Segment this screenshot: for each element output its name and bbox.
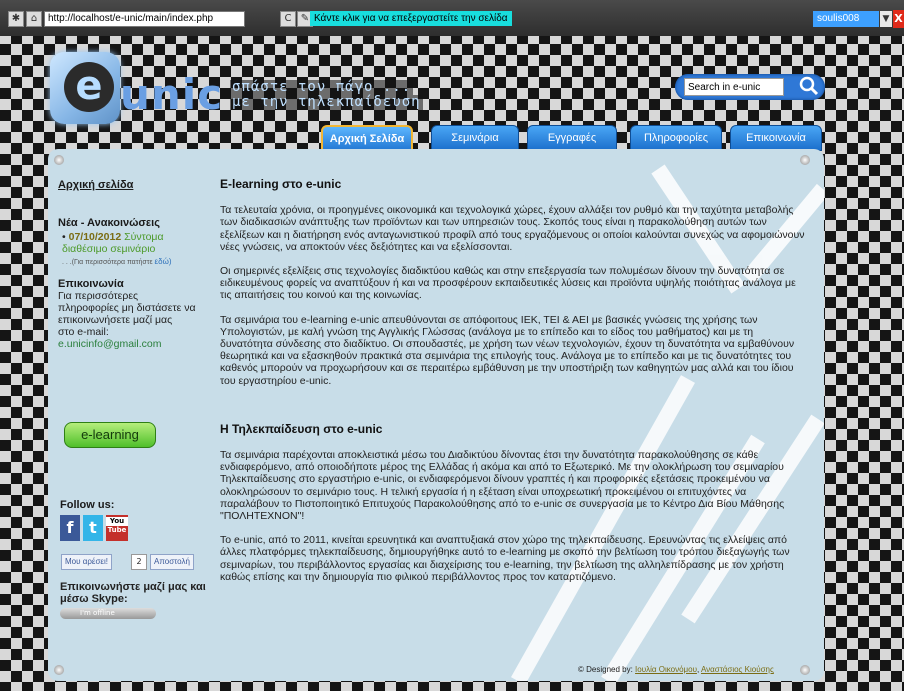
email-link[interactable]: e.unicinfo@gmail.com	[58, 338, 198, 350]
slogan-line-1: σπάστε τον πάγο ...	[230, 79, 414, 95]
elearning-button[interactable]: e-learning	[64, 422, 156, 448]
news-item[interactable]: • 07/10/2012 Σύντομα διαθέσιμο σεμινάριο	[58, 231, 198, 255]
chevron-down-icon[interactable]: ▼	[880, 11, 892, 27]
tab-contact[interactable]: Επικοινωνία	[730, 125, 822, 151]
edit-page-hint[interactable]: Κάντε κλικ για να επεξεργαστείτε την σελ…	[310, 11, 512, 26]
sidebar-home-link[interactable]: Αρχική σελίδα	[58, 179, 198, 191]
paragraph: Το e-unic, από το 2011, κινείται ερευνητ…	[220, 534, 790, 583]
slogan: σπάστε τον πάγο ... με την τηλεκπαίδευση	[230, 80, 423, 110]
corner-screw	[54, 665, 64, 675]
footer-author-1[interactable]: Ιουλία Οικονόμου	[635, 665, 697, 674]
logo-text: unic	[120, 70, 224, 119]
news-date: 07/10/2012	[68, 231, 122, 243]
footer-prefix: © Designed by:	[578, 665, 633, 674]
content-panel: Αρχική σελίδα Νέα - Ανακοινώσεις • 07/10…	[48, 149, 824, 681]
refresh-icon[interactable]: C	[280, 11, 296, 27]
tab-seminars[interactable]: Σεμινάρια	[431, 125, 519, 151]
corner-screw	[54, 155, 64, 165]
youtube-bottom: Tube	[107, 526, 127, 534]
follow-us-label: Follow us:	[60, 499, 115, 511]
paragraph: Τα σεμινάρια του e-learning e-unic απευθ…	[220, 313, 795, 387]
skype-status-button[interactable]: I'm offline	[60, 608, 156, 619]
facebook-icon[interactable]: f	[60, 515, 80, 541]
slogan-line-2: με την τηλεκπαίδευση	[230, 94, 423, 110]
news-heading: Νέα - Ανακοινώσεις	[58, 217, 160, 229]
news-more: . . .(Για περισσότερα πατήστε εδώ)	[58, 257, 198, 266]
tab-information[interactable]: Πληροφορίες	[630, 125, 722, 151]
search-icon[interactable]	[797, 76, 821, 98]
send-button[interactable]: Αποστολή	[150, 554, 194, 570]
gear-icon[interactable]: ✱	[8, 11, 24, 27]
news-more-link[interactable]: εδώ)	[155, 257, 172, 266]
sidebar: Αρχική σελίδα Νέα - Ανακοινώσεις • 07/10…	[58, 179, 198, 350]
like-button[interactable]: Μου αρέσει!	[61, 554, 112, 570]
contact-heading: Επικοινωνία	[58, 278, 124, 290]
footer-author-2[interactable]: Αναστάσιος Κιούσης	[701, 665, 774, 674]
skype-heading: Επικοινωνήστε μαζί μας και μέσω Skype:	[60, 581, 206, 605]
paragraph: Τα σεμινάρια παρέχονται αποκλειστικά μέσ…	[220, 449, 785, 523]
like-count: 2	[131, 554, 147, 570]
section-title: Η Τηλεκπαίδευση στο e-unic	[220, 421, 383, 436]
corner-screw	[800, 665, 810, 675]
corner-screw	[800, 155, 810, 165]
paragraph: Οι σημερινές εξελίξεις στις τεχνολογίες …	[220, 265, 796, 302]
youtube-icon[interactable]: You Tube	[106, 515, 128, 541]
footer-credits: © Designed by: Ιουλία Οικονόμου, Αναστάσ…	[578, 665, 774, 674]
news-bullet: •	[62, 231, 66, 243]
twitter-icon[interactable]: t	[83, 515, 103, 541]
youtube-top: You	[106, 517, 128, 526]
close-icon[interactable]: X	[893, 10, 904, 28]
paragraph: Τα τελευταία χρόνια, οι προηγμένες οικον…	[220, 204, 805, 253]
news-more-prefix: . . .(Για περισσότερα πατήστε	[62, 259, 153, 266]
footer-separator: ,	[696, 665, 700, 674]
logo-letter: e	[64, 62, 114, 112]
main-content: E-learning στο e-unic Τα τελευταία χρόνι…	[220, 178, 808, 595]
home-icon[interactable]: ⌂	[26, 11, 42, 27]
search-input[interactable]	[684, 78, 784, 96]
browser-toolbar: ✱ ⌂ http://localhost/e-unic/main/index.p…	[0, 0, 904, 36]
tab-registrations[interactable]: Εγγραφές	[527, 125, 617, 151]
section-title: E-learning στο e-unic	[220, 177, 342, 191]
user-selector[interactable]: soulis008	[813, 11, 879, 27]
contact-text: Για περισσότερες πληροφορίες μη διστάσετ…	[58, 290, 196, 326]
url-field[interactable]: http://localhost/e-unic/main/index.php	[44, 11, 245, 27]
email-label: στο e-mail:	[58, 326, 109, 338]
